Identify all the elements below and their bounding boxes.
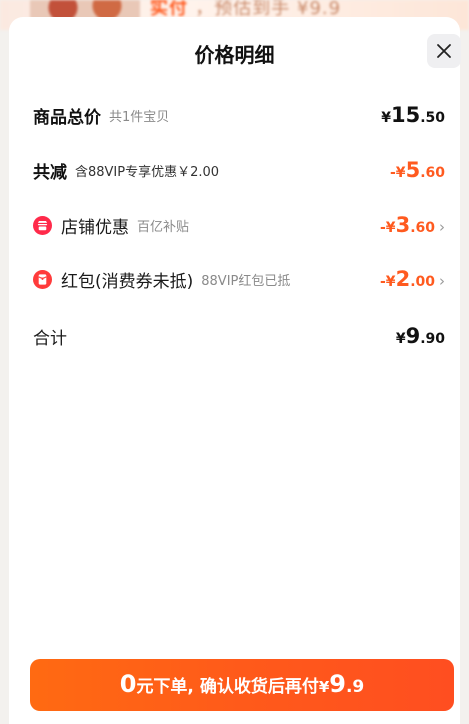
- grand-total-amount: ¥9.90: [396, 324, 445, 348]
- amount-decimal: .50: [420, 110, 445, 126]
- grand-total-row: 合计 ¥9.90: [33, 320, 445, 352]
- goods-total-label: 商品总价: [33, 107, 101, 128]
- vip-red-packet-note: 88VIP红包已抵: [201, 273, 291, 289]
- goods-total-amount: ¥15.50: [381, 103, 445, 127]
- store-discount-label: 店铺优惠: [61, 217, 129, 238]
- currency-symbol: ¥: [395, 331, 406, 347]
- goods-count-text: 共1件宝贝: [109, 109, 170, 125]
- cta-currency-symbol: ¥: [318, 678, 330, 696]
- amount-decimal: .60: [410, 220, 435, 236]
- screen: 实付 ，预估到手 ¥9.9 价格明细 商品总价 共1件宝贝 ¥15.50 共减 …: [0, 0, 469, 724]
- red-packet-label: 红包(消费券未抵): [61, 271, 194, 292]
- goods-total-row: 商品总价 共1件宝贝 ¥15.50: [33, 99, 445, 131]
- total-reduction-row: 共减 含88VIP专享优惠￥2.00 -¥ 5.60: [33, 154, 445, 186]
- place-order-button[interactable]: 0 元下单, 确认收货后再付 ¥9.9: [30, 659, 454, 711]
- sheet-title: 价格明细: [194, 43, 275, 67]
- currency-symbol: -¥: [380, 220, 396, 236]
- amount-integer: 3: [395, 213, 411, 237]
- red-packet-row[interactable]: 红包(消费券未抵) 88VIP红包已抵 -¥ 2.00 ›: [33, 263, 445, 295]
- store-discount-row[interactable]: 店铺优惠 百亿补贴 -¥ 3.60 ›: [33, 209, 445, 241]
- amount-integer: 15: [390, 103, 421, 127]
- red-packet-icon: [33, 269, 52, 289]
- red-packet-amount: -¥ 2.00 ›: [380, 267, 445, 291]
- grand-total-label: 合计: [33, 328, 67, 349]
- cta-amount-decimal: .9: [345, 677, 365, 697]
- subsidy-tag-text: 百亿补贴: [137, 219, 190, 235]
- close-button[interactable]: [427, 34, 461, 68]
- currency-symbol: -¥: [380, 274, 396, 290]
- chevron-right-icon: ›: [439, 218, 445, 236]
- store-discount-amount: -¥ 3.60 ›: [380, 213, 445, 237]
- amount-integer: 5: [405, 158, 421, 182]
- amount-decimal: .00: [410, 274, 435, 290]
- store-icon: [33, 215, 52, 235]
- price-detail-sheet: 价格明细 商品总价 共1件宝贝 ¥15.50 共减 含88VIP专享优惠￥2.0…: [9, 17, 461, 724]
- vip-discount-note: 含88VIP专享优惠￥2.00: [75, 164, 220, 180]
- close-icon: [437, 44, 451, 58]
- cta-text: 元下单, 确认收货后再付: [136, 677, 319, 697]
- total-reduction-amount: -¥ 5.60: [390, 158, 445, 182]
- amount-integer: 2: [395, 267, 411, 291]
- cta-amount-integer: 9: [329, 670, 346, 698]
- chevron-right-icon: ›: [439, 272, 445, 290]
- currency-symbol: -¥: [390, 165, 406, 181]
- cta-zero: 0: [119, 670, 137, 698]
- amount-decimal: .90: [420, 331, 445, 347]
- amount-decimal: .60: [420, 165, 445, 181]
- total-reduction-label: 共减: [33, 162, 67, 183]
- amount-integer: 9: [405, 324, 421, 348]
- currency-symbol: ¥: [381, 110, 391, 126]
